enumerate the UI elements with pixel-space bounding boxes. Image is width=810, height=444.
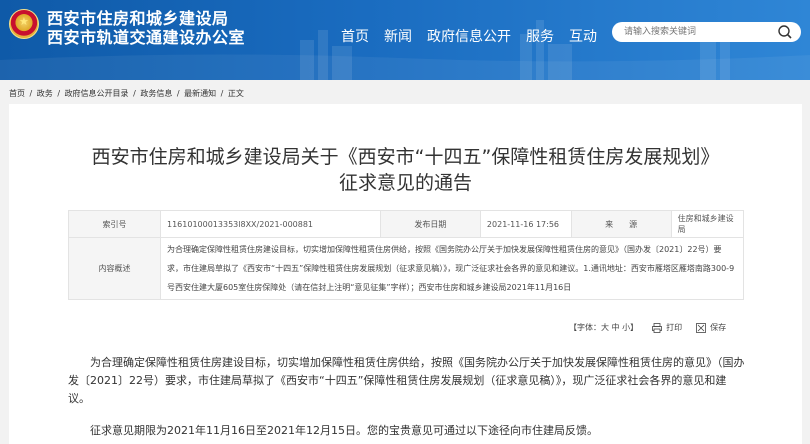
article-body: 为合理确定保障性租赁住房建设目标，切实增加保障性租赁住房供给，按照《国务院办公厅… xyxy=(68,354,748,444)
national-emblem-logo: ★ xyxy=(9,9,39,39)
breadcrumb-latest-notice[interactable]: 最新通知 xyxy=(184,89,216,98)
search-box xyxy=(612,22,801,42)
breadcrumb-info-catalog[interactable]: 政府信息公开目录 xyxy=(65,89,129,98)
date-label: 发布日期 xyxy=(379,210,481,238)
nav-service[interactable]: 服务 xyxy=(526,26,554,46)
source-label: 来 源 xyxy=(570,210,672,238)
site-header: ★ 西安市住房和城乡建设局 西安市轨道交通建设办公室 首页 新闻 政府信息公开 … xyxy=(0,0,810,80)
star-icon: ★ xyxy=(19,15,29,28)
paragraph: 征求意见期限为2021年11月16日至2021年12月15日。您的宝贵意见可通过… xyxy=(90,424,598,437)
breadcrumb-home[interactable]: 首页 xyxy=(9,89,25,98)
index-value: 11610100013353l8XX/2021-000881 xyxy=(160,210,381,238)
summary-label: 内容概述 xyxy=(68,237,161,300)
printer-icon xyxy=(652,322,662,333)
save-button[interactable]: 保存 xyxy=(696,322,726,333)
font-size-selector[interactable]: 【字体：大 中 小】 xyxy=(569,322,638,333)
article-title: 西安市住房和城乡建设局关于《西安市“十四五”保障性租赁住房发展规划》 征求意见的… xyxy=(9,144,802,196)
print-button[interactable]: 打印 xyxy=(652,322,682,333)
breadcrumb: 首页 / 政务 / 政府信息公开目录 / 政务信息 / 最新通知 / 正文 xyxy=(9,89,244,98)
nav-home[interactable]: 首页 xyxy=(341,26,369,46)
metadata-row: 索引号 11610100013353l8XX/2021-000881 发布日期 … xyxy=(68,210,745,238)
metadata-table: 索引号 11610100013353l8XX/2021-000881 发布日期 … xyxy=(68,210,745,300)
index-label: 索引号 xyxy=(68,210,161,238)
metadata-row: 内容概述 为合理确定保障性租赁住房建设目标，切实增加保障性租赁住房供给，按照《国… xyxy=(68,237,744,300)
date-value: 2021-11-16 17:56 xyxy=(479,210,572,238)
save-label: 保存 xyxy=(710,323,727,332)
search-icon[interactable] xyxy=(777,24,793,40)
site-name-line1: 西安市住房和城乡建设局 xyxy=(47,9,229,28)
article-title-line1: 西安市住房和城乡建设局关于《西安市“十四五”保障性租赁住房发展规划》 xyxy=(91,146,720,168)
nav-gov-info[interactable]: 政府信息公开 xyxy=(427,26,511,46)
article-tools: 【字体：大 中 小】 打印 保存 xyxy=(569,322,726,333)
breadcrumb-gov-info[interactable]: 政务信息 xyxy=(140,89,172,98)
breadcrumb-gov-affairs[interactable]: 政务 xyxy=(37,89,53,98)
save-icon xyxy=(696,322,706,333)
nav-interaction[interactable]: 互动 xyxy=(569,26,597,46)
summary-value: 为合理确定保障性租赁住房建设目标，切实增加保障性租赁住房供给，按照《国务院办公厅… xyxy=(160,237,744,300)
paragraph: 为合理确定保障性租赁住房建设目标，切实增加保障性租赁住房供给，按照《国务院办公厅… xyxy=(68,356,745,405)
search-input[interactable] xyxy=(624,25,774,39)
site-title[interactable]: 西安市住房和城乡建设局 西安市轨道交通建设办公室 xyxy=(47,9,245,47)
article-panel: 西安市住房和城乡建设局关于《西安市“十四五”保障性租赁住房发展规划》 征求意见的… xyxy=(9,104,802,444)
main-nav: 首页 新闻 政府信息公开 服务 互动 xyxy=(341,26,612,46)
print-label: 打印 xyxy=(666,323,683,332)
source-value: 住房和城乡建设局 xyxy=(670,210,745,238)
site-name-line2: 西安市轨道交通建设办公室 xyxy=(47,28,246,47)
nav-news[interactable]: 新闻 xyxy=(384,26,412,46)
article-title-line2: 征求意见的通告 xyxy=(338,172,472,194)
breadcrumb-current: 正文 xyxy=(227,89,244,98)
